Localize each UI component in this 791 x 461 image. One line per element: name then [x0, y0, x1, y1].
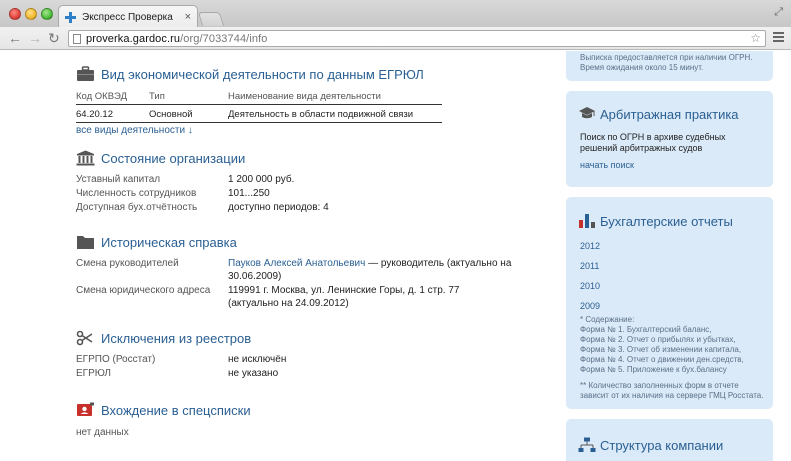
- speclists-section: Вхождение в спецсписки нет данных: [76, 402, 251, 438]
- okved-table: Код ОКВЭД Тип Наименование вида деятельн…: [76, 89, 442, 123]
- exclusions-section: Исключения из реестров ЕГРПО (Росстат) не…: [76, 330, 287, 380]
- minimize-window-button[interactable]: [25, 8, 37, 20]
- scissors-icon: [76, 330, 93, 346]
- leader-name-link[interactable]: Пауков Алексей Анатольевич: [228, 258, 365, 269]
- exclusions-title: Исключения из реестров: [101, 330, 252, 346]
- speclists-title: Вхождение в спецсписки: [101, 402, 251, 418]
- history-section: Историческая справка Смена руководителей…: [76, 234, 512, 310]
- menu-icon[interactable]: [773, 32, 784, 44]
- bookmark-star-icon[interactable]: ☆: [750, 31, 761, 45]
- start-search-link[interactable]: начать поиск: [580, 160, 634, 170]
- arbitration-title[interactable]: Арбитражная практика: [600, 107, 739, 122]
- tab-close-icon[interactable]: ×: [185, 11, 191, 23]
- folder-icon: [77, 236, 94, 249]
- all-activities-link[interactable]: все виды деятельности ↓: [76, 125, 193, 136]
- site-favicon-icon: [65, 11, 76, 23]
- bar-chart-icon: [579, 214, 595, 228]
- url-text[interactable]: proverka.gardoc.ru/org/7033744/info: [86, 33, 267, 45]
- browser-toolbar: ← → ↻ proverka.gardoc.ru/org/7033744/inf…: [0, 27, 791, 50]
- browser-tab[interactable]: Экспресс Проверка ×: [58, 5, 198, 28]
- reload-icon[interactable]: ↻: [48, 30, 60, 46]
- scrollbar[interactable]: [775, 51, 791, 461]
- state-section: Состояние организации Уставный капитал 1 …: [76, 150, 329, 213]
- zoom-window-button[interactable]: [41, 8, 53, 20]
- okved-section: Вид экономической деятельности по данным…: [76, 65, 546, 136]
- year-link[interactable]: 2012: [580, 241, 600, 251]
- table-row: 64.20.12 Основной Деятельность в области…: [76, 105, 442, 123]
- year-link[interactable]: 2009: [580, 301, 600, 311]
- fullscreen-icon[interactable]: ⤢: [774, 6, 783, 19]
- page-icon: [73, 33, 81, 44]
- structure-title[interactable]: Структура компании: [600, 438, 723, 453]
- graduation-cap-icon: [579, 107, 595, 119]
- page-viewport: Вид экономической деятельности по данным…: [0, 51, 791, 461]
- org-structure-icon: [578, 437, 596, 452]
- back-arrow-icon[interactable]: ←: [8, 30, 22, 46]
- forward-arrow-icon[interactable]: →: [28, 30, 42, 46]
- state-title: Состояние организации: [101, 150, 246, 166]
- reports-title: Бухгалтерские отчеты: [600, 214, 733, 229]
- reports-card: Бухгалтерские отчеты 2012 2011 2010 2009…: [566, 197, 773, 409]
- bank-icon: [76, 150, 95, 166]
- new-tab-button[interactable]: [197, 12, 225, 26]
- arbitration-card: Арбитражная практика Поиск по ОГРН в арх…: [566, 91, 773, 187]
- year-link[interactable]: 2011: [580, 261, 599, 271]
- year-link[interactable]: 2010: [580, 281, 600, 291]
- extract-card: Выписка предоставляется при наличии ОГРН…: [566, 51, 773, 81]
- address-bar[interactable]: proverka.gardoc.ru/org/7033744/info ☆: [68, 30, 766, 47]
- briefcase-icon: [77, 66, 94, 81]
- history-title: Историческая справка: [101, 234, 237, 250]
- okved-title: Вид экономической деятельности по данным…: [101, 66, 424, 82]
- id-card-icon: [77, 402, 94, 416]
- close-window-button[interactable]: [9, 8, 21, 20]
- tab-title: Экспресс Проверка: [82, 11, 173, 23]
- structure-card: Структура компании: [566, 419, 773, 461]
- table-header: Код ОКВЭД Тип Наименование вида деятельн…: [76, 89, 442, 105]
- tab-bar: Экспресс Проверка × ⤢: [0, 0, 791, 28]
